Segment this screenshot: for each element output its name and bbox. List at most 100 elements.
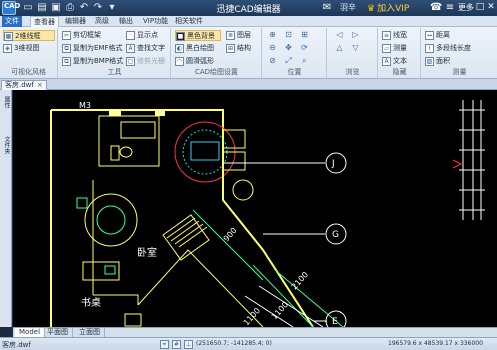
group-browse: ◁ ▷ △ ▽ 浏览 bbox=[328, 28, 378, 78]
group-label-browse: 浏览 bbox=[345, 68, 360, 76]
smooth-arc-button[interactable]: ◠ 圆滑弧形 bbox=[175, 56, 214, 67]
redo-icon[interactable]: ↷ bbox=[92, 2, 104, 14]
open-file-icon[interactable]: ▤ bbox=[36, 2, 48, 14]
snap-icon[interactable]: ⌖ bbox=[160, 340, 169, 349]
zoom-out-icon[interactable]: ⊖ bbox=[267, 43, 278, 53]
area-label: 面积 bbox=[436, 57, 450, 65]
layout-tab-plan[interactable]: 平面图 bbox=[43, 328, 73, 337]
print-icon[interactable]: ⎙ bbox=[64, 2, 76, 14]
black-background-icon: ■ bbox=[176, 32, 185, 41]
room-label-desk: 书桌 bbox=[81, 296, 101, 309]
wireframe-icon: ▦ bbox=[4, 32, 13, 41]
text-toggle-button[interactable]: A 文本 bbox=[382, 56, 407, 67]
zoom-previous-icon[interactable]: ⊘ bbox=[267, 56, 278, 66]
view-3d-button[interactable]: ◈ 3维视图 bbox=[3, 43, 39, 54]
area-icon: ▨ bbox=[425, 57, 434, 66]
rotate-icon[interactable]: ⟳ bbox=[299, 43, 310, 53]
lineweight-label: 线宽 bbox=[393, 31, 407, 39]
distance-label: 距离 bbox=[436, 31, 450, 39]
menu-editor[interactable]: 编辑器 bbox=[62, 16, 89, 27]
zoom-window-icon[interactable]: ⊞ bbox=[299, 30, 310, 40]
distance-button[interactable]: ↔ 距离 bbox=[425, 30, 450, 41]
polyline-length-button[interactable]: ⌇ 多段线长度 bbox=[425, 43, 471, 54]
pan-icon[interactable]: ✥ bbox=[283, 43, 294, 53]
door-block bbox=[109, 110, 121, 116]
title-bar: CAD ▭ ▤ ▣ ⎙ ↶ ↷ ▾ 迅捷CAD编辑器 ✉ 羽辛 ♛ 加入VIP ☎… bbox=[0, 0, 497, 16]
zoom-realtime-icon[interactable]: ⌕ bbox=[299, 56, 310, 66]
group-label-measure: 测量 bbox=[452, 68, 467, 76]
quick-access-dropdown-icon[interactable]: ▾ bbox=[106, 2, 118, 14]
phone-icon[interactable]: ☎ bbox=[430, 2, 442, 14]
document-tab[interactable]: 客房.dwf × bbox=[1, 80, 47, 90]
black-white-button[interactable]: ◐ 黑白绘图 bbox=[175, 43, 214, 54]
cube-icon: ◈ bbox=[3, 44, 12, 53]
staircase bbox=[162, 214, 210, 261]
save-icon[interactable]: ▣ bbox=[50, 2, 62, 14]
clip-frame-button[interactable]: ✂ 剪切框架 bbox=[62, 30, 101, 41]
show-points-button[interactable]: · 显示点 bbox=[126, 30, 158, 41]
close-tab-icon[interactable]: × bbox=[37, 81, 43, 89]
side-panel: 属性 文件夹 bbox=[0, 90, 12, 327]
text-toggle-label: 文本 bbox=[393, 57, 407, 65]
measure-toggle-button[interactable]: ▱ 测量 bbox=[382, 43, 407, 54]
menu-vip-features[interactable]: VIP功能 bbox=[140, 16, 171, 27]
menu-output[interactable]: 输出 bbox=[116, 16, 136, 27]
menu-related-software[interactable]: 相关软件 bbox=[172, 16, 206, 27]
menu-advanced[interactable]: 高级 bbox=[92, 16, 112, 27]
copy-emf-icon: ⧉ bbox=[62, 44, 71, 53]
user-name[interactable]: 羽辛 bbox=[340, 2, 356, 13]
browse-up-icon[interactable]: △ bbox=[334, 43, 345, 53]
message-icon[interactable]: ✉ bbox=[321, 2, 333, 14]
group-label-visual-style: 可视化风格 bbox=[11, 68, 46, 76]
copy-bmp-button[interactable]: ⧉ 复制为BMP格式 bbox=[62, 56, 123, 67]
menu-icon[interactable]: ≡ bbox=[444, 2, 456, 14]
trim-raster-button[interactable]: ▢ 修剪光栅 bbox=[126, 56, 165, 67]
zoom-fit-icon[interactable]: ⊡ bbox=[283, 30, 294, 40]
undo-icon[interactable]: ↶ bbox=[78, 2, 90, 14]
points-icon: · bbox=[126, 31, 135, 40]
dim-label-900: 900 bbox=[222, 226, 239, 243]
join-vip-button[interactable]: ♛ 加入VIP bbox=[367, 1, 417, 15]
app-logo-icon[interactable]: CAD bbox=[2, 1, 20, 15]
ortho-icon[interactable]: ⊥ bbox=[184, 340, 193, 349]
find-text-button[interactable]: A 查找文字 bbox=[126, 43, 165, 54]
bathtub bbox=[120, 121, 156, 139]
group-measure: ↔ 距离 ⌇ 多段线长度 ▨ 面积 测量 bbox=[422, 28, 497, 78]
copy-bmp-icon: ⧉ bbox=[62, 57, 71, 66]
close-icon[interactable]: ✕ bbox=[485, 1, 497, 14]
minimize-icon[interactable]: – bbox=[462, 1, 474, 14]
drawing-canvas[interactable]: M3 卧室 书桌 J G E 900 2100 1100 1100 bbox=[13, 90, 497, 327]
group-tools: ✂ 剪切框架 ⧉ 复制为EMF格式 ⧉ 复制为BMP格式 · 显示点 A 查找文字 ▢ 修剪… bbox=[59, 28, 171, 78]
window-block bbox=[155, 110, 165, 116]
lineweight-button[interactable]: ≡ 线宽 bbox=[382, 30, 407, 41]
side-tab-folder[interactable]: 文件夹 bbox=[1, 136, 11, 154]
side-tab-properties[interactable]: 属性 bbox=[1, 96, 11, 108]
menu-file[interactable]: 文件 bbox=[2, 16, 22, 27]
coffee-table bbox=[190, 141, 220, 161]
browse-next-icon[interactable]: ▷ bbox=[350, 30, 361, 40]
cad-editor-window: CAD ▭ ▤ ▣ ⎙ ↶ ↷ ▾ 迅捷CAD编辑器 ✉ 羽辛 ♛ 加入VIP ☎… bbox=[0, 0, 497, 350]
wireframe-2d-button[interactable]: ▦ 2维线框 bbox=[3, 30, 55, 41]
copy-emf-button[interactable]: ⧉ 复制为EMF格式 bbox=[62, 43, 123, 54]
layout-tab-model[interactable]: Model bbox=[15, 328, 46, 337]
menu-bar: 文件 查看器 编辑器 高级 输出 VIP功能 相关软件 bbox=[0, 16, 497, 27]
zoom-extents-icon[interactable]: ⤢ bbox=[283, 56, 294, 66]
drawing-extents: 196579.6 x 48539.17 x 336000 bbox=[388, 340, 483, 347]
browse-prev-icon[interactable]: ◁ bbox=[334, 30, 345, 40]
black-background-button[interactable]: ■ 黑色背景 bbox=[175, 30, 221, 41]
cursor-coordinates: (251650.7; -141285.4; 0) bbox=[196, 340, 272, 347]
layout-tab-elevation[interactable]: 立面图 bbox=[75, 328, 105, 337]
bed-pillow bbox=[96, 205, 126, 235]
lineweight-icon: ≡ bbox=[382, 31, 391, 40]
layers-button[interactable]: ≣ 图层 bbox=[226, 30, 251, 41]
area-button[interactable]: ▨ 面积 bbox=[425, 56, 450, 67]
structure-button[interactable]: ⊞ 结构 bbox=[226, 43, 251, 54]
grid-icon[interactable]: # bbox=[172, 340, 181, 349]
polyline-length-label: 多段线长度 bbox=[436, 44, 471, 52]
new-file-icon[interactable]: ▭ bbox=[22, 2, 34, 14]
browse-down-icon[interactable]: ▽ bbox=[350, 43, 361, 53]
trim-raster-label: 修剪光栅 bbox=[137, 57, 165, 65]
zoom-in-icon[interactable]: ⊕ bbox=[267, 30, 278, 40]
side-table bbox=[232, 179, 254, 201]
menu-viewer[interactable]: 查看器 bbox=[30, 16, 59, 27]
